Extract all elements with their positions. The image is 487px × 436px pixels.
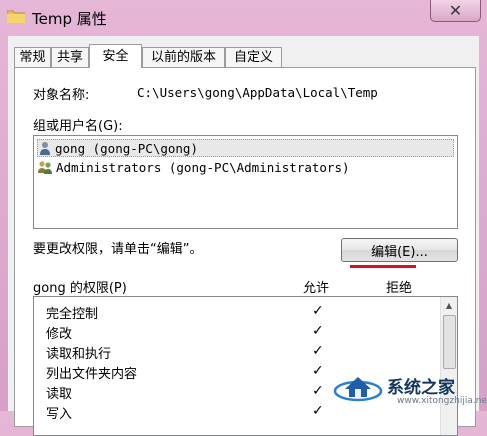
allow-check-icon: ✓ (312, 403, 324, 419)
tab-customize[interactable]: 自定义 (225, 47, 282, 67)
tab-sharing[interactable]: 共享 (51, 47, 89, 67)
tab-security[interactable]: 安全 (89, 44, 142, 68)
scroll-up-arrow-icon[interactable]: ▲ (441, 297, 457, 313)
title-bar[interactable]: Temp 属性 ✕ (0, 0, 487, 36)
highlight-underline (350, 265, 416, 268)
user-row-gong[interactable]: gong (gong-PC\gong) (37, 139, 454, 157)
allow-check-icon: ✓ (312, 383, 324, 399)
scroll-thumb[interactable] (443, 315, 456, 369)
folder-icon (7, 10, 25, 23)
object-name-label: 对象名称: (33, 88, 90, 103)
allow-check-icon: ✓ (312, 323, 324, 339)
permissions-title: gong 的权限(P) (33, 281, 127, 296)
properties-window: Temp 属性 ✕ 常规 共享 安全 以前的版本 自定义 对象名称: C:\Us… (0, 0, 487, 436)
tab-label: 安全 (102, 49, 129, 64)
tab-general[interactable]: 常规 (14, 47, 51, 67)
permission-row: 修改 ✓ (34, 321, 442, 342)
group-label: 组或用户名(G): (33, 119, 123, 134)
tab-previous-versions[interactable]: 以前的版本 (142, 47, 225, 67)
users-group-icon (38, 161, 52, 174)
user-listbox[interactable]: gong (gong-PC\gong) Administrators (gong… (33, 135, 458, 229)
user-name: gong (gong-PC\gong) (55, 140, 198, 156)
permission-name: 修改 (46, 327, 73, 342)
watermark: 系统之家 www.xitongzhijia.net (333, 362, 487, 408)
close-icon: ✕ (448, 1, 463, 20)
permission-name: 列出文件夹内容 (46, 367, 138, 382)
permission-name: 读取和执行 (46, 347, 112, 362)
object-name-value: C:\Users\gong\AppData\Local\Temp (137, 85, 378, 100)
permission-name: 写入 (46, 407, 73, 422)
edit-button[interactable]: 编辑(E)... (341, 238, 458, 262)
user-icon (40, 142, 50, 155)
allow-check-icon: ✓ (312, 363, 324, 379)
change-hint: 要更改权限，请单击“编辑”。 (33, 242, 203, 257)
window-title: Temp 属性 (32, 10, 107, 28)
tab-label: 自定义 (233, 50, 273, 65)
watermark-url: www.xitongzhijia.net (397, 396, 487, 406)
dialog-client-area: 常规 共享 安全 以前的版本 自定义 对象名称: C:\Users\gong\A… (8, 36, 479, 436)
tab-label: 以前的版本 (150, 50, 216, 65)
user-row-administrators[interactable]: Administrators (gong-PC\Administrators) (37, 158, 350, 176)
edit-button-label: 编辑(E)... (371, 244, 428, 260)
house-logo-icon (333, 377, 383, 402)
allow-check-icon: ✓ (312, 343, 324, 359)
permission-row: 读取和执行 ✓ (34, 341, 442, 362)
tab-label: 常规 (19, 50, 46, 65)
close-button[interactable]: ✕ (430, 0, 481, 22)
user-name: Administrators (gong-PC\Administrators) (56, 159, 350, 175)
allow-column-header: 允许 (303, 281, 330, 296)
permission-name: 完全控制 (46, 307, 99, 322)
tab-label: 共享 (56, 50, 83, 65)
permission-name: 读取 (46, 387, 73, 402)
deny-column-header: 拒绝 (386, 281, 413, 296)
allow-check-icon: ✓ (312, 303, 324, 319)
watermark-text: 系统之家 (387, 377, 455, 398)
permission-row: 完全控制 ✓ (34, 301, 442, 322)
